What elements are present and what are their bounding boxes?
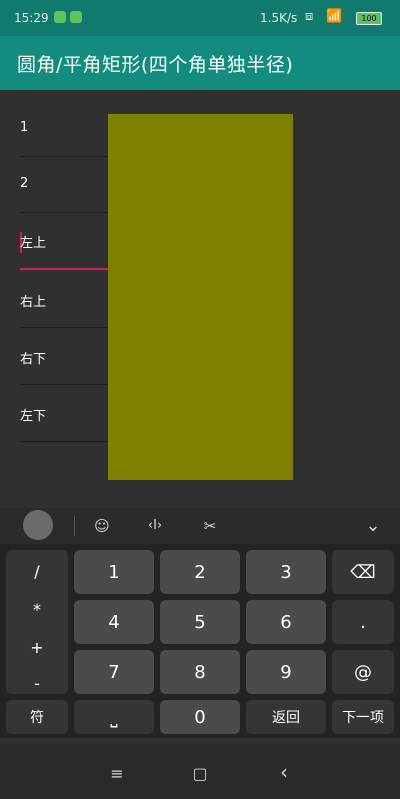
key-plus[interactable]: + xyxy=(6,638,68,657)
key-2[interactable]: 2 xyxy=(160,550,240,594)
backspace-icon[interactable]: ⌫ xyxy=(332,550,394,594)
status-bar: 15:29 1.5K/s ⧈ 📶 100 xyxy=(0,0,400,36)
next-key[interactable]: 下一项 xyxy=(332,700,394,734)
nav-bar: ≡ ▢ ‹ xyxy=(0,744,400,799)
wifi-icon: 📶 xyxy=(326,9,343,24)
space-key[interactable]: ⎵ xyxy=(74,700,154,734)
key-1[interactable]: 1 xyxy=(74,550,154,594)
key-9[interactable]: 9 xyxy=(246,650,326,694)
key-dot[interactable]: . xyxy=(332,600,394,644)
avatar-icon[interactable] xyxy=(23,510,53,540)
rectangle-preview xyxy=(108,114,293,480)
ime-toolbar: ☺ ‹I› ✂ ⌄ xyxy=(0,508,400,544)
field-label: 2 xyxy=(20,176,29,191)
notification-icon xyxy=(54,11,66,23)
content-area: 1 2 左上 右上 右下 左下 xyxy=(0,90,400,500)
field-label: 右上 xyxy=(20,295,47,310)
net-speed: 1.5K/s xyxy=(260,11,298,25)
symbol-button[interactable]: 符 xyxy=(6,700,68,734)
clipboard-scissors-icon[interactable]: ✂ xyxy=(198,512,222,540)
notification-icon xyxy=(70,11,82,23)
chevron-down-icon[interactable]: ⌄ xyxy=(362,512,384,540)
key-6[interactable]: 6 xyxy=(246,600,326,644)
app-bar: 圆角/平角矩形(四个角单独半径) xyxy=(0,36,400,90)
keyboard: / * + - 1 2 3 ⌫ 4 5 6 . 7 8 9 @ 符 ⎵ 0 返回… xyxy=(0,544,400,738)
key-5[interactable]: 5 xyxy=(160,600,240,644)
status-time: 15:29 xyxy=(14,11,49,25)
page-title: 圆角/平角矩形(四个角单独半径) xyxy=(17,54,294,76)
field-label: 1 xyxy=(20,120,29,135)
radius-field-top-right[interactable]: 右上 xyxy=(20,291,114,328)
key-at[interactable]: @ xyxy=(332,650,394,694)
field-label: 右下 xyxy=(20,352,47,367)
screenshot-icon: ⧈ xyxy=(305,9,314,24)
key-8[interactable]: 8 xyxy=(160,650,240,694)
field-label: 左下 xyxy=(20,409,47,424)
key-3[interactable]: 3 xyxy=(246,550,326,594)
radius-field-1[interactable]: 1 xyxy=(20,120,114,157)
menu-icon[interactable]: ≡ xyxy=(107,764,127,783)
key-4[interactable]: 4 xyxy=(74,600,154,644)
symbol-column[interactable]: / * + - xyxy=(6,550,68,694)
key-slash[interactable]: / xyxy=(6,562,68,581)
key-minus[interactable]: - xyxy=(6,674,68,693)
radius-field-bottom-right[interactable]: 右下 xyxy=(20,348,114,385)
emoji-icon[interactable]: ☺ xyxy=(90,512,114,540)
key-asterisk[interactable]: * xyxy=(6,600,68,619)
toolbar-divider xyxy=(74,516,75,536)
back-icon[interactable]: ‹ xyxy=(274,760,294,784)
radius-field-2[interactable]: 2 xyxy=(20,176,114,213)
back-key[interactable]: 返回 xyxy=(246,700,326,734)
key-7[interactable]: 7 xyxy=(74,650,154,694)
radius-field-top-left[interactable]: 左上 xyxy=(20,232,114,270)
key-0[interactable]: 0 xyxy=(160,700,240,734)
text-cursor-icon[interactable]: ‹I› xyxy=(140,512,170,540)
field-label: 左上 xyxy=(20,236,47,251)
battery-icon: 100 xyxy=(356,12,382,25)
radius-field-bottom-left[interactable]: 左下 xyxy=(20,405,114,442)
home-icon[interactable]: ▢ xyxy=(190,764,210,783)
